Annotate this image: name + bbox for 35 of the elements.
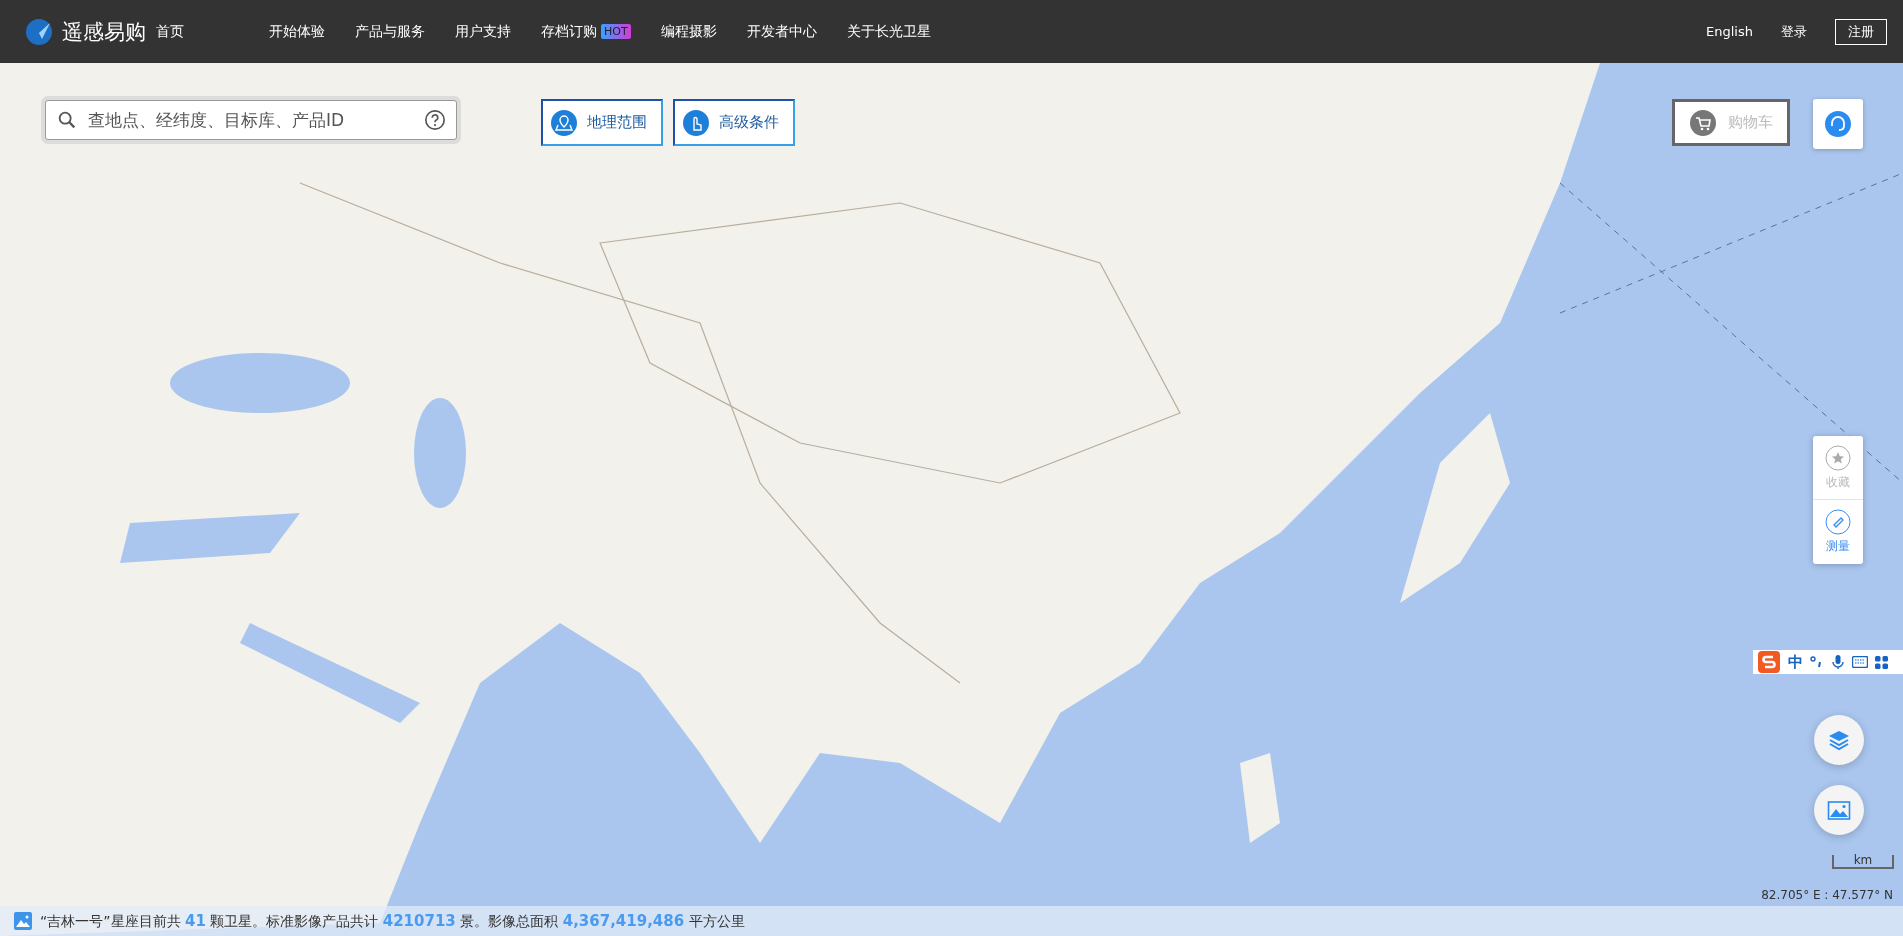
logo-icon bbox=[24, 16, 54, 47]
cart-icon bbox=[1689, 109, 1716, 136]
scale-bar: km bbox=[1832, 855, 1894, 869]
punctuation-icon[interactable] bbox=[1810, 655, 1824, 669]
home-link[interactable]: 首页 bbox=[156, 22, 184, 41]
filter-button[interactable]: 高级条件 bbox=[673, 99, 795, 146]
register-button[interactable]: 注册 bbox=[1835, 18, 1887, 45]
brand-name: 遥感易购 bbox=[62, 18, 146, 46]
customer-service-button[interactable] bbox=[1813, 99, 1863, 149]
nav-link[interactable]: 开始体验 bbox=[254, 22, 340, 41]
search-icon bbox=[56, 109, 78, 131]
ime-mode[interactable]: 中 bbox=[1788, 652, 1803, 672]
help-icon bbox=[424, 109, 446, 131]
coordinates-readout: 82.705° E : 47.577° N bbox=[1761, 888, 1893, 902]
ruler-icon bbox=[1825, 509, 1851, 535]
image-icon bbox=[14, 912, 32, 930]
statistics-text: “吉林一号”星座目前共 41 颗卫星。标准影像产品共计 4210713 景。影像总面积 4,367,419,486 平方公里 bbox=[40, 911, 745, 931]
login-link[interactable]: 登录 bbox=[1781, 22, 1807, 41]
map-pin-icon bbox=[551, 109, 577, 136]
nav-link[interactable]: 产品与服务 bbox=[340, 22, 440, 41]
nav-link[interactable]: 开发者中心 bbox=[731, 22, 832, 41]
filter-button[interactable]: 地理范围 bbox=[541, 99, 663, 146]
layers-icon bbox=[1827, 729, 1851, 751]
language-link[interactable]: English bbox=[1706, 24, 1753, 39]
nav-link[interactable]: 用户支持 bbox=[440, 22, 526, 41]
keyboard-icon[interactable] bbox=[1852, 656, 1868, 668]
microphone-icon[interactable] bbox=[1831, 654, 1845, 670]
nav-link[interactable]: 编程摄影 bbox=[645, 22, 732, 41]
image-icon bbox=[1827, 799, 1851, 821]
search-field[interactable]: 查地点、经纬度、目标库、产品ID bbox=[45, 100, 457, 140]
grid-icon[interactable] bbox=[1875, 655, 1888, 669]
hot-badge: HOT bbox=[601, 24, 631, 39]
nav-link[interactable]: 关于长光卫星 bbox=[831, 22, 946, 41]
nav-link[interactable]: 存档订购 HOT bbox=[526, 22, 646, 41]
tool-button[interactable]: 测量 bbox=[1813, 500, 1863, 564]
